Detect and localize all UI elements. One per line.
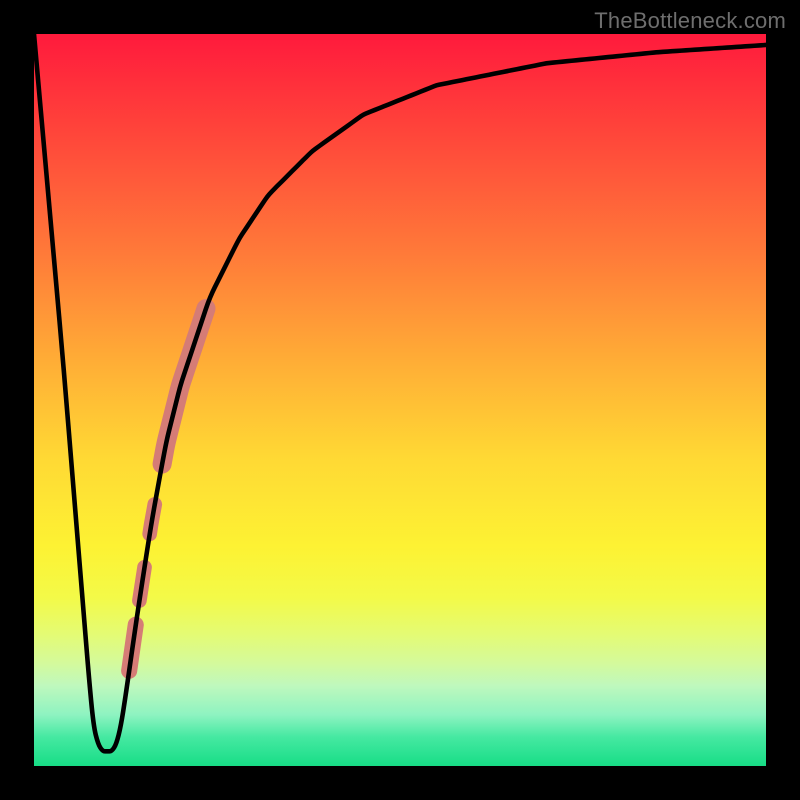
curve-svg bbox=[34, 34, 766, 766]
curve-path bbox=[34, 34, 766, 751]
chart-container: TheBottleneck.com bbox=[0, 0, 800, 800]
plot-area bbox=[34, 34, 766, 766]
highlight-group bbox=[129, 309, 206, 671]
attribution-label: TheBottleneck.com bbox=[594, 8, 786, 34]
